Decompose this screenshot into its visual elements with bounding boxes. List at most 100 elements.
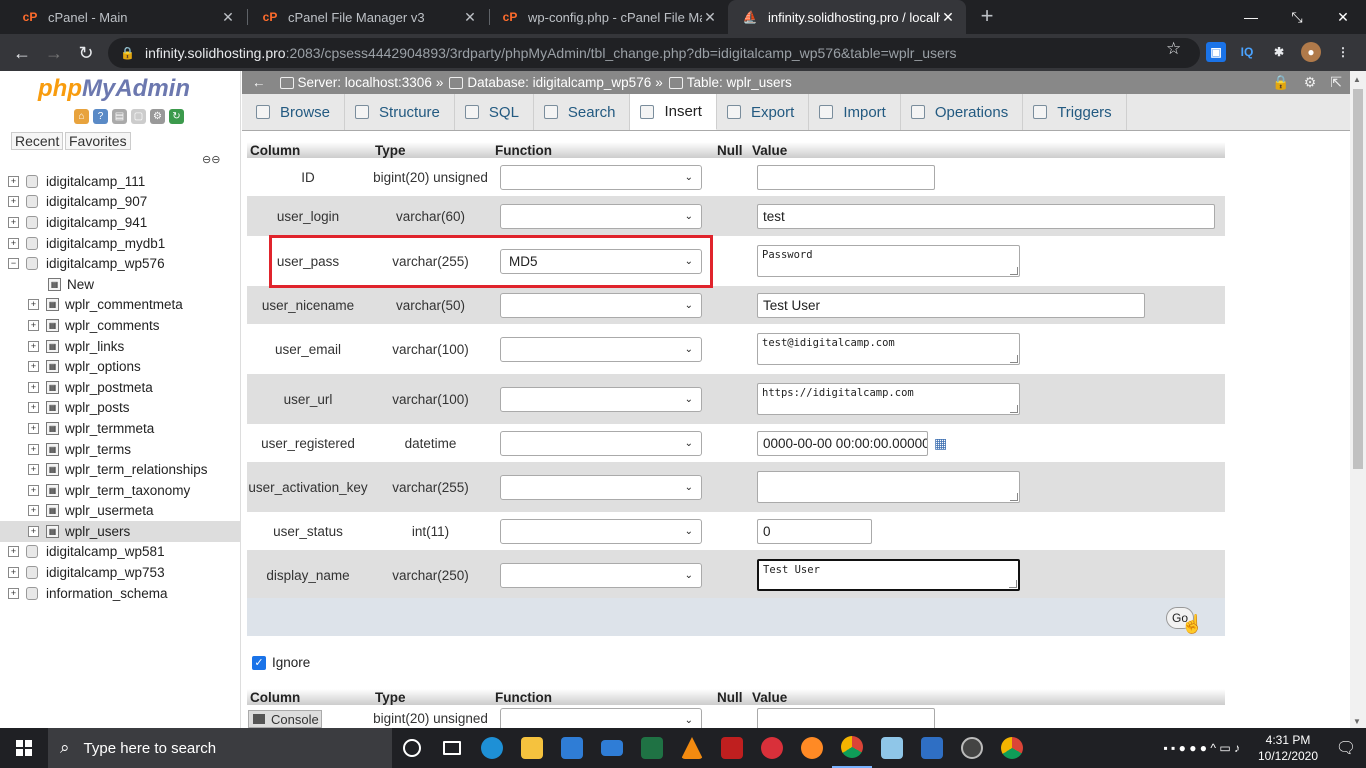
function-select[interactable]: ⌄: [500, 518, 702, 544]
expand-icon[interactable]: +: [28, 381, 39, 393]
tree-item[interactable]: + ▦ wplr_termmeta: [0, 418, 241, 439]
notepad-icon[interactable]: [872, 728, 912, 768]
function-select[interactable]: ⌄: [500, 292, 702, 318]
expand-icon[interactable]: −: [8, 258, 19, 270]
lock-icon[interactable]: 🔒: [1272, 74, 1289, 91]
expand-icon[interactable]: +: [8, 237, 19, 249]
expand-icon[interactable]: +: [8, 587, 19, 599]
restore-button[interactable]: ⤡: [1274, 0, 1320, 34]
close-tab-icon[interactable]: ✕: [940, 9, 956, 26]
expand-icon[interactable]: +: [28, 525, 39, 537]
menu-dots-icon[interactable]: ⋮: [1333, 42, 1353, 62]
store-icon[interactable]: [552, 728, 592, 768]
tree-item[interactable]: + ▦ wplr_term_taxonomy: [0, 480, 241, 501]
expand-icon[interactable]: +: [8, 196, 19, 208]
value-input[interactable]: [757, 708, 935, 729]
recent-button[interactable]: Recent: [11, 132, 64, 150]
tab-structure[interactable]: Structure: [345, 94, 455, 130]
expand-icon[interactable]: +: [8, 546, 19, 558]
tree-item[interactable]: + idigitalcamp_907: [0, 192, 241, 213]
calendar-icon[interactable]: ▦: [934, 435, 947, 452]
excel-icon[interactable]: [632, 728, 672, 768]
tree-item[interactable]: + idigitalcamp_111: [0, 171, 241, 192]
help-icon[interactable]: ?: [93, 109, 108, 124]
tab-insert[interactable]: Insert: [630, 94, 717, 130]
tree-item[interactable]: + idigitalcamp_941: [0, 212, 241, 233]
tab-browse[interactable]: Browse: [246, 94, 346, 130]
tree-item[interactable]: ▦ New: [0, 274, 241, 295]
taskbar-search[interactable]: ⌕ Type here to search: [48, 728, 392, 768]
new-tab-button[interactable]: +: [976, 5, 998, 27]
tree-item[interactable]: + ▦ wplr_options: [0, 356, 241, 377]
favorites-button[interactable]: Favorites: [65, 132, 131, 150]
iq-extension-icon[interactable]: IQ: [1237, 42, 1257, 62]
console-button[interactable]: Console: [248, 710, 322, 728]
expand-icon[interactable]: +: [28, 464, 39, 476]
value-date-input[interactable]: 0000-00-00 00:00:00.00000: [757, 430, 928, 456]
tab-search[interactable]: Search: [534, 94, 631, 130]
collapse-arrow-icon[interactable]: ←: [252, 75, 266, 90]
value-textarea[interactable]: https://idigitalcamp.com: [757, 383, 1020, 415]
forward-icon[interactable]: →: [41, 40, 67, 66]
page-scrollbar[interactable]: ▲ ▼: [1350, 71, 1366, 728]
tab-sql[interactable]: SQL: [455, 94, 534, 130]
tree-item[interactable]: + ▦ wplr_users: [0, 521, 241, 542]
function-select[interactable]: ⌄: [500, 386, 702, 412]
function-select[interactable]: ⌄: [500, 336, 702, 362]
tree-item[interactable]: + ▦ wplr_links: [0, 336, 241, 357]
close-tab-icon[interactable]: ✕: [702, 9, 718, 26]
function-select[interactable]: ⌄: [500, 562, 702, 588]
gear-icon[interactable]: ⚙: [150, 109, 165, 124]
expand-icon[interactable]: +: [8, 216, 19, 228]
settings-gear-icon[interactable]: ⚙: [1304, 74, 1317, 91]
browser-tab-wp-config[interactable]: cP wp-config.php - cPanel File Man ✕: [488, 0, 728, 34]
expand-icon[interactable]: +: [28, 505, 39, 517]
tree-item[interactable]: + ▦ wplr_usermeta: [0, 501, 241, 522]
function-select[interactable]: ⌄: [500, 164, 702, 190]
vlc-icon[interactable]: [672, 728, 712, 768]
browser-tab-phpmyadmin[interactable]: ⛵ infinity.solidhosting.pro / localho ✕: [728, 0, 966, 34]
chrome-icon[interactable]: [832, 728, 872, 768]
expand-icon[interactable]: +: [28, 443, 39, 455]
tree-item[interactable]: + ▦ wplr_term_relationships: [0, 459, 241, 480]
tree-item[interactable]: + idigitalcamp_mydb1: [0, 233, 241, 254]
media-icon[interactable]: [952, 728, 992, 768]
expand-icon[interactable]: +: [8, 175, 19, 187]
close-window-button[interactable]: ✕: [1320, 0, 1366, 34]
tree-item[interactable]: + ▦ wplr_postmeta: [0, 377, 241, 398]
extensions-puzzle-icon[interactable]: ✱: [1269, 42, 1289, 62]
ignore-option[interactable]: ✓ Ignore: [252, 655, 310, 670]
value-textarea[interactable]: Password: [757, 245, 1020, 277]
address-bar[interactable]: 🔒 infinity.solidhosting.pro:2083/cpsess4…: [108, 38, 1200, 68]
phpmyadmin-logo[interactable]: phpMyAdmin: [38, 75, 190, 103]
value-input[interactable]: [757, 164, 935, 190]
tree-item[interactable]: + idigitalcamp_wp753: [0, 562, 241, 583]
reload-icon[interactable]: ↻: [73, 40, 99, 66]
close-tab-icon[interactable]: ✕: [220, 9, 236, 26]
expand-icon[interactable]: +: [28, 484, 39, 496]
tab-export[interactable]: Export: [717, 94, 810, 130]
expand-icon[interactable]: +: [28, 422, 39, 434]
remote-desktop-icon[interactable]: [912, 728, 952, 768]
value-textarea[interactable]: test@idigitalcamp.com: [757, 333, 1020, 365]
extension-icon[interactable]: ▣: [1206, 42, 1226, 62]
profile-avatar[interactable]: ●: [1301, 42, 1321, 62]
collapse-icon[interactable]: ⇱: [1330, 74, 1342, 91]
chrome-icon-2[interactable]: [992, 728, 1032, 768]
edge-icon[interactable]: [472, 728, 512, 768]
home-icon[interactable]: ⌂: [74, 109, 89, 124]
tree-item[interactable]: + information_schema: [0, 583, 241, 604]
function-select[interactable]: ⌄: [500, 203, 702, 229]
tab-triggers[interactable]: Triggers: [1023, 94, 1127, 130]
browser-tab-file-manager[interactable]: cP cPanel File Manager v3 ✕: [248, 0, 488, 34]
tree-item[interactable]: + ▦ wplr_comments: [0, 315, 241, 336]
minimize-button[interactable]: —: [1228, 0, 1274, 34]
function-select[interactable]: ⌄: [500, 430, 702, 456]
expand-icon[interactable]: +: [28, 361, 39, 373]
function-select[interactable]: ⌄: [500, 708, 702, 729]
tray-icons[interactable]: ▪ ▪ ● ● ● ^ ▭ ♪: [1163, 741, 1240, 755]
breadcrumb-server[interactable]: Server: localhost:3306: [298, 75, 432, 90]
link-icon[interactable]: ⊖⊖: [202, 153, 220, 166]
back-icon[interactable]: ←: [9, 40, 35, 66]
file-explorer-icon[interactable]: [512, 728, 552, 768]
